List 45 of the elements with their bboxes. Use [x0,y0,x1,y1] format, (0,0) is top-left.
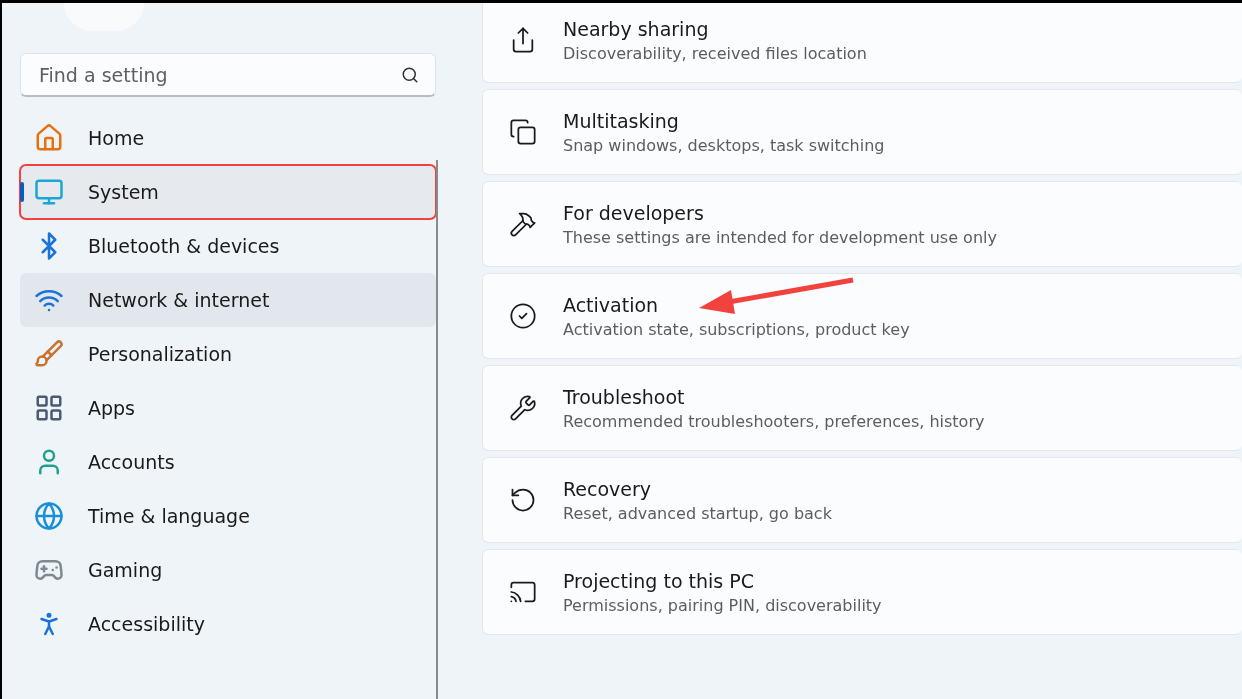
search-input[interactable]: Find a setting [37,62,401,87]
nav-item[interactable]: Apps [20,381,436,435]
setting-description: Discoverability, received files location [563,43,867,63]
settings-card[interactable]: Troubleshoot Recommended troubleshooters, preferences, history [482,365,1242,451]
selection-indicator [20,182,24,202]
apps-icon [34,393,64,423]
setting-title: Projecting to this PC [563,569,755,592]
windows-icon [509,118,537,146]
tools-icon [509,210,537,238]
settings-card[interactable]: Nearby sharing Discoverability, received files location [482,3,1242,83]
settings-card[interactable]: Recovery Reset, advanced startup, go back [482,457,1242,543]
setting-description: Reset, advanced startup, go back [563,503,832,523]
setting-description: These settings are intended for development use only [563,227,997,247]
monitor-icon [34,177,64,207]
wrench-icon [509,394,537,422]
search-field[interactable]: Find a setting [20,53,436,97]
settings-card[interactable]: Multitasking Snap windows, desktops, task switching [482,89,1242,175]
nav-item[interactable]: Accounts [20,435,436,489]
nav-item[interactable]: Time & language [20,489,436,543]
setting-title: Multitasking [563,109,680,132]
nav-item[interactable]: Gaming [20,543,436,597]
search-icon [401,65,419,84]
nav-item[interactable]: Bluetooth & devices [20,219,436,273]
setting-title: Troubleshoot [563,385,686,408]
setting-description: Permissions, pairing PIN, discoverability [563,595,882,615]
setting-title: Activation [563,293,660,316]
setting-title: Recovery [563,477,653,500]
nav-item[interactable]: Personalization [20,327,436,381]
globe-clock-icon [34,501,64,531]
nav-item[interactable]: System [20,165,436,219]
nav-item[interactable]: Accessibility [20,597,436,651]
check-circle-icon [509,302,537,330]
setting-title: Nearby sharing [563,17,710,40]
nav-item[interactable]: Network & internet [20,273,436,327]
settings-card[interactable]: Activation Activation state, subscriptions, product key [482,273,1242,359]
setting-title: For developers [563,201,705,224]
home-icon [34,123,64,153]
recovery-icon [509,486,537,514]
settings-card[interactable]: For developers These settings are intended for development use only [482,181,1242,267]
nav-item[interactable]: Home [20,111,436,165]
setting-description: Snap windows, desktops, task switching [563,135,885,155]
settings-card[interactable]: Projecting to this PC Permissions, pairing PIN, discoverability [482,549,1242,635]
brush-icon [34,339,64,369]
setting-description: Activation state, subscriptions, product key [563,319,910,339]
setting-description: Recommended troubleshooters, preferences, history [563,411,985,431]
